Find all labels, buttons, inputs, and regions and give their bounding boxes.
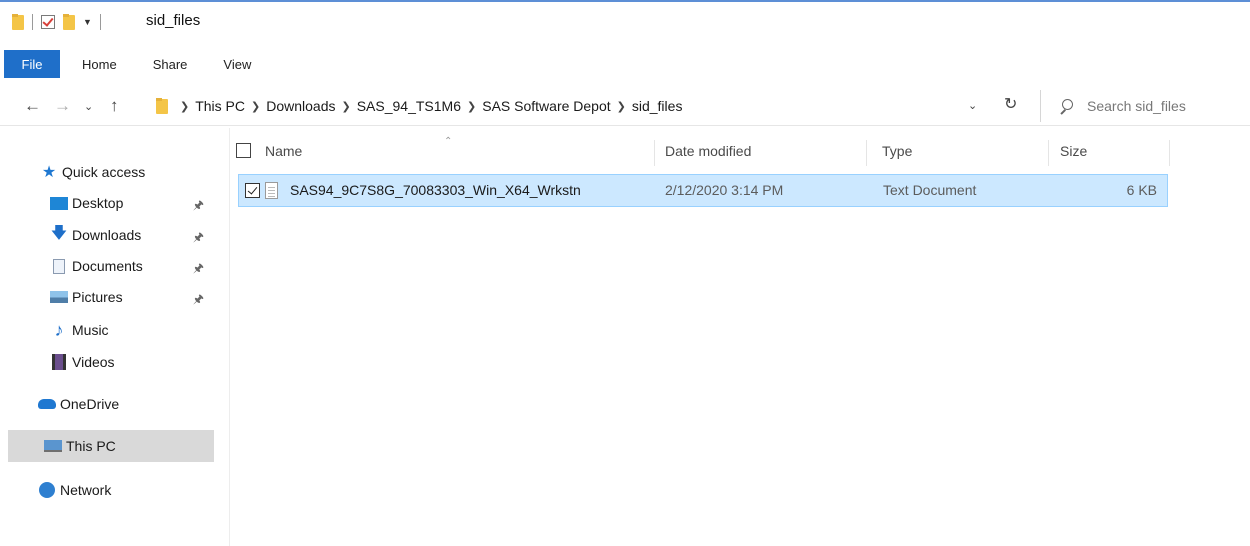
pin-icon[interactable]: 🖈	[193, 259, 204, 280]
recent-locations-icon[interactable]: ⌄	[84, 100, 93, 113]
properties-icon[interactable]	[41, 15, 55, 29]
downloads-icon: 🡇	[50, 224, 68, 242]
chevron-right-icon[interactable]: ❯	[180, 100, 189, 113]
folder-icon	[156, 98, 168, 114]
cloud-icon	[38, 396, 56, 412]
breadcrumb-downloads[interactable]: Downloads	[266, 98, 335, 114]
pictures-icon	[50, 289, 68, 305]
nav-this-pc[interactable]: This PC	[8, 430, 214, 462]
nav-onedrive[interactable]: OneDrive	[38, 388, 214, 420]
row-checkbox[interactable]	[245, 183, 260, 198]
pin-icon[interactable]: 🖈	[193, 196, 204, 217]
column-size[interactable]: Size	[1060, 143, 1087, 159]
chevron-right-icon[interactable]: ❯	[617, 100, 626, 113]
nav-desktop[interactable]: Desktop 🖈	[50, 187, 214, 219]
ribbon-tabs: File Home Share View	[0, 50, 1250, 78]
videos-icon	[50, 354, 68, 370]
nav-videos[interactable]: Videos	[50, 346, 214, 378]
search-icon	[1059, 99, 1073, 113]
address-bar[interactable]: ❯ This PC ❯ Downloads ❯ SAS_94_TS1M6 ❯ S…	[150, 90, 1026, 122]
nav-label: Quick access	[62, 164, 146, 180]
search-input[interactable]: Search sid_files	[1087, 98, 1186, 114]
tab-file[interactable]: File	[4, 50, 60, 78]
breadcrumb-this-pc[interactable]: This PC	[195, 98, 245, 114]
text-document-icon	[265, 182, 278, 199]
folder-icon	[12, 14, 24, 30]
breadcrumb-sid-files[interactable]: sid_files	[632, 98, 683, 114]
tab-home[interactable]: Home	[60, 50, 135, 78]
separator	[32, 14, 33, 30]
pin-icon[interactable]: 🖈	[193, 228, 204, 249]
nav-network[interactable]: Network	[38, 474, 214, 506]
up-button[interactable]: ↑	[110, 96, 119, 116]
nav-label: This PC	[66, 438, 116, 454]
breadcrumb-sas-94[interactable]: SAS_94_TS1M6	[357, 98, 461, 114]
star-icon: ★	[41, 164, 57, 181]
network-icon	[38, 482, 56, 498]
select-all-checkbox[interactable]	[236, 143, 251, 158]
documents-icon	[50, 258, 68, 274]
chevron-right-icon[interactable]: ❯	[467, 100, 476, 113]
file-name: SAS94_9C7S8G_70083303_Win_X64_Wrkstn	[290, 182, 581, 198]
chevron-down-icon[interactable]: ⌄	[968, 99, 977, 112]
column-name[interactable]: Name	[265, 143, 302, 159]
nav-label: Desktop	[72, 195, 124, 211]
column-separator[interactable]	[654, 140, 655, 166]
refresh-icon[interactable]: ↻	[1004, 94, 1017, 114]
file-type: Text Document	[883, 182, 977, 198]
column-type[interactable]: Type	[882, 143, 912, 159]
nav-label: Downloads	[72, 227, 142, 243]
chevron-right-icon[interactable]: ❯	[342, 100, 351, 113]
quick-access-toolbar: ▼	[12, 11, 101, 33]
tab-view[interactable]: View	[205, 50, 269, 78]
customize-toolbar-icon[interactable]: ▼	[83, 17, 92, 27]
desktop-icon	[50, 195, 68, 211]
nav-documents[interactable]: Documents 🖈	[50, 250, 214, 282]
file-size: 6 KB	[1126, 182, 1157, 198]
column-separator[interactable]	[1169, 140, 1170, 166]
chevron-right-icon[interactable]: ❯	[251, 100, 260, 113]
music-icon: ♪	[54, 319, 64, 340]
nav-label: OneDrive	[60, 396, 120, 412]
breadcrumb-sas-software-depot[interactable]: SAS Software Depot	[482, 98, 610, 114]
title-bar: ▼ sid_files	[0, 0, 1250, 40]
sort-indicator-icon: ⌃	[444, 136, 453, 147]
tab-share[interactable]: Share	[135, 50, 206, 78]
file-row[interactable]: SAS94_9C7S8G_70083303_Win_X64_Wrkstn 2/1…	[238, 174, 1168, 207]
file-date-modified: 2/12/2020 3:14 PM	[665, 182, 784, 198]
forward-button[interactable]: →	[54, 96, 71, 116]
window-title: sid_files	[146, 12, 201, 29]
computer-icon	[44, 438, 62, 454]
nav-downloads[interactable]: 🡇 Downloads 🖈	[50, 219, 214, 251]
nav-label: Videos	[72, 354, 115, 370]
column-separator[interactable]	[866, 140, 867, 166]
nav-label: Network	[60, 482, 112, 498]
pin-icon[interactable]: 🖈	[193, 290, 204, 311]
column-header: ⌃ Name Date modified Type Size	[230, 136, 1180, 168]
column-date-modified[interactable]: Date modified	[665, 143, 751, 159]
back-button[interactable]: ←	[24, 96, 41, 116]
pane-divider[interactable]	[229, 128, 230, 546]
column-separator[interactable]	[1048, 140, 1049, 166]
nav-label: Pictures	[72, 289, 123, 305]
separator	[99, 14, 101, 30]
nav-label: Documents	[72, 258, 143, 274]
nav-music[interactable]: ♪ Music	[50, 314, 214, 346]
nav-label: Music	[72, 322, 109, 338]
nav-pictures[interactable]: Pictures 🖈	[50, 281, 214, 313]
new-folder-icon[interactable]	[63, 14, 75, 30]
navigation-bar: ← → ⌄ ↑ ❯ This PC ❯ Downloads ❯ SAS_94_T…	[0, 86, 1250, 126]
navigation-pane: ★ Quick access Desktop 🖈 🡇 Downloads 🖈 D…	[0, 150, 218, 546]
search-box[interactable]: Search sid_files	[1040, 90, 1250, 122]
nav-quick-access[interactable]: ★ Quick access	[40, 156, 214, 188]
